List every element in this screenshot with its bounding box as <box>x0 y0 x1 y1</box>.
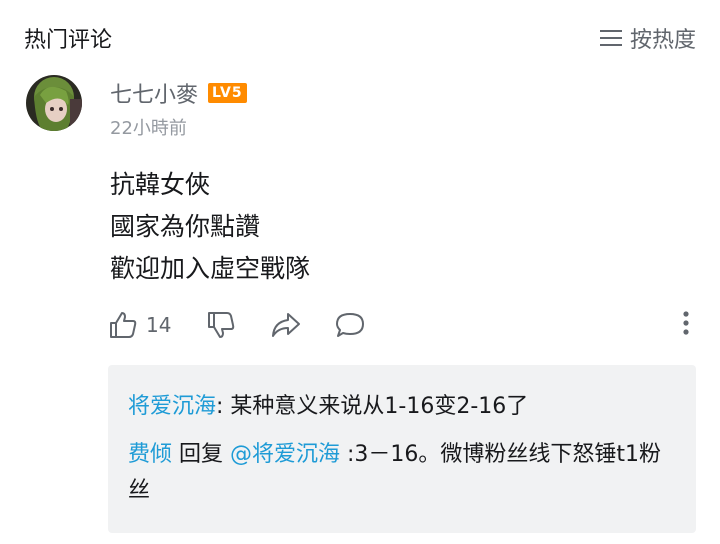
avatar[interactable] <box>26 75 82 131</box>
thumbs-down-icon <box>208 312 235 338</box>
reply-item[interactable]: 费倾 回复 @将爱沉海 :3－16。微博粉丝线下怒锤t1粉丝 <box>128 437 683 509</box>
comments-header: 热门评论 按热度 <box>0 0 720 72</box>
like-button[interactable]: 14 <box>108 310 171 340</box>
comment-content: 抗韓女俠 國家為你點讚 歡迎加入虛空戰隊 <box>110 164 310 290</box>
dislike-button[interactable] <box>206 310 236 340</box>
replies-panel[interactable]: 将爱沉海: 某种意义来说从1-16变2-16了 费倾 回复 @将爱沉海 :3－1… <box>108 365 696 533</box>
reply-mention[interactable]: @将爱沉海 <box>230 442 340 467</box>
section-title: 热门评论 <box>24 28 113 53</box>
reply-item[interactable]: 将爱沉海: 某种意义来说从1-16变2-16了 <box>128 389 683 425</box>
comment-line: 抗韓女俠 <box>110 170 211 199</box>
reply-to-label: 回复 <box>172 442 231 467</box>
menu-lines-icon <box>599 30 622 46</box>
reply-button[interactable] <box>334 310 366 340</box>
reply-text: 某种意义来说从1-16变2-16了 <box>223 394 529 419</box>
level-badge: LV5 <box>208 83 247 103</box>
comment-line: 歡迎加入虛空戰隊 <box>110 254 311 283</box>
sort-by-heat-button[interactable]: 按热度 <box>599 22 696 54</box>
more-options-button[interactable] <box>682 310 690 336</box>
comment-timestamp: 22小時前 <box>110 118 187 139</box>
reply-username[interactable]: 费倾 <box>128 442 172 467</box>
reply-username[interactable]: 将爱沉海 <box>128 394 216 419</box>
more-vertical-icon <box>683 311 689 335</box>
comment-icon <box>336 313 364 337</box>
sort-label: 按热度 <box>629 28 696 53</box>
thumbs-up-icon <box>110 312 137 338</box>
comment-line: 國家為你點讚 <box>110 212 261 241</box>
share-button[interactable] <box>270 310 302 340</box>
like-count: 14 <box>146 313 172 337</box>
username[interactable]: 七七小麥 <box>110 77 198 109</box>
comment-actions: 14 <box>108 310 698 344</box>
share-icon <box>272 313 300 337</box>
